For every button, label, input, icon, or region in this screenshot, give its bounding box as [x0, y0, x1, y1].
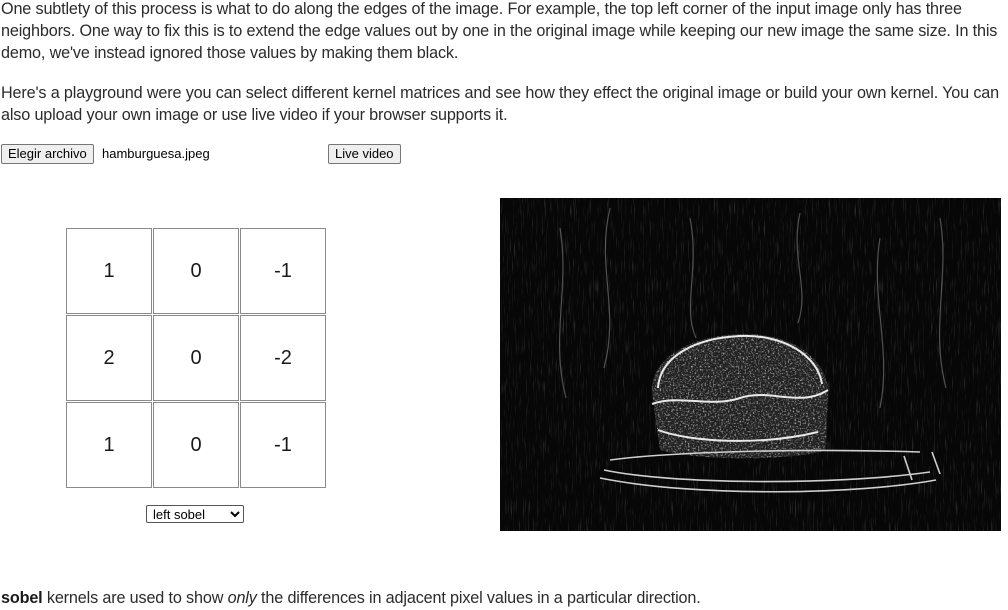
- kernel-cell-r1c1[interactable]: 1: [66, 228, 152, 314]
- filtered-output-image: [500, 198, 1001, 531]
- kernel-preset-select[interactable]: left sobel: [146, 505, 244, 523]
- kernel-cell-r3c3[interactable]: -1: [240, 402, 326, 488]
- kernel-matrix: 1 0 -1 2 0 -2 1 0 -1: [66, 228, 326, 488]
- intro-paragraph-edges: One subtlety of this process is what to …: [1, 0, 998, 62]
- intro-paragraph-playground: Here's a playground were you can select …: [1, 84, 999, 124]
- sobel-edge-image: [500, 198, 1001, 531]
- live-video-button[interactable]: Live video: [328, 144, 401, 164]
- kernel-cell-r2c3[interactable]: -2: [240, 315, 326, 401]
- image-controls: Elegir archivo hamburguesa.jpeg Live vid…: [1, 144, 1001, 166]
- kernel-cell-r3c2[interactable]: 0: [153, 402, 239, 488]
- sobel-caption: sobel kernels are used to show only the …: [1, 587, 701, 609]
- sobel-term: sobel: [1, 589, 43, 607]
- caption-text-2: the differences in adjacent pixel values…: [256, 589, 701, 607]
- kernel-cell-r2c1[interactable]: 2: [66, 315, 152, 401]
- selected-file-name: hamburguesa.jpeg: [102, 146, 210, 161]
- caption-emphasis: only: [227, 589, 257, 607]
- choose-file-button[interactable]: Elegir archivo: [1, 144, 94, 164]
- kernel-cell-r3c1[interactable]: 1: [66, 402, 152, 488]
- kernel-cell-r2c2[interactable]: 0: [153, 315, 239, 401]
- kernel-cell-r1c2[interactable]: 0: [153, 228, 239, 314]
- kernel-cell-r1c3[interactable]: -1: [240, 228, 326, 314]
- caption-text-1: kernels are used to show: [42, 589, 228, 607]
